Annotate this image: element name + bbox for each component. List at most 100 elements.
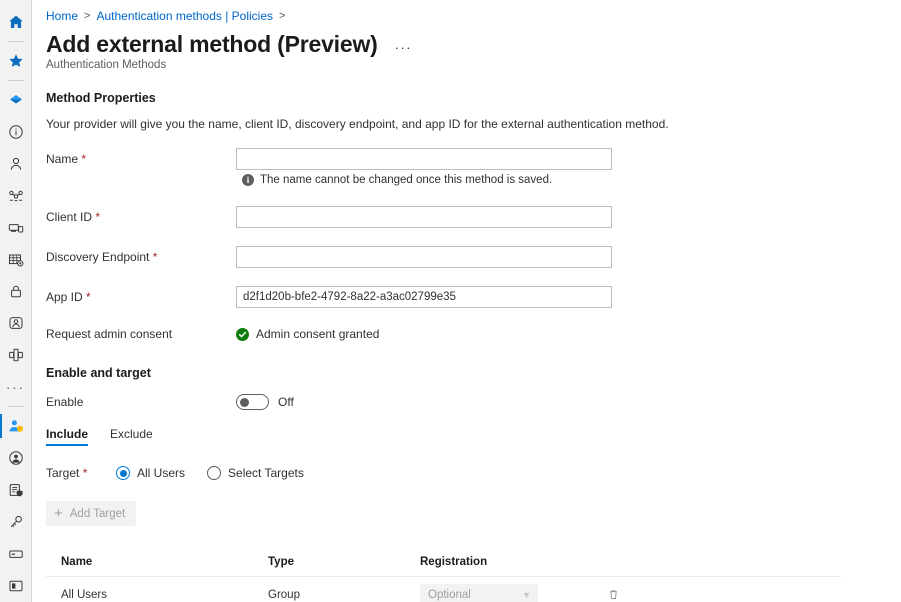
table-row[interactable]: All Users Group Optional ▼ — [46, 577, 841, 602]
user-icon — [10, 157, 21, 170]
sidebar-item-overview[interactable] — [0, 116, 32, 148]
table-header-row: Name Type Registration — [46, 547, 841, 577]
panel-icon — [9, 580, 22, 592]
sidebar-item-users[interactable] — [0, 148, 32, 180]
label-request-admin-consent: Request admin consent — [46, 327, 173, 341]
rail-divider — [7, 40, 24, 42]
registration-select-value: Optional — [428, 588, 471, 601]
client-id-input[interactable] — [236, 206, 612, 228]
column-header-name[interactable]: Name — [46, 556, 268, 568]
devices-icon — [8, 223, 23, 233]
form-row-name: Name * — [42, 148, 901, 170]
toggle-knob — [240, 398, 249, 407]
sidebar-item-external-identities[interactable] — [0, 339, 32, 371]
more-ellipsis-icon: ··· — [6, 379, 25, 395]
plus-icon: + — [54, 505, 63, 522]
sidebar-item-applications[interactable] — [0, 244, 32, 276]
radio-all-users[interactable] — [116, 466, 130, 480]
form-row-app-id: App ID * — [42, 286, 901, 308]
radio-label-select-targets: Select Targets — [228, 466, 304, 480]
required-asterisk: * — [152, 250, 158, 264]
sidebar-item-favorites[interactable] — [0, 45, 32, 77]
sidebar-item-licenses[interactable] — [0, 538, 32, 570]
label-client-id: Client ID * — [46, 210, 101, 224]
applications-grid-icon — [8, 254, 23, 267]
sidebar-item-home[interactable] — [0, 6, 32, 38]
form-row-target: Target * All Users Select Targets — [42, 466, 901, 480]
page-title: Add external method (Preview) — [46, 31, 378, 57]
discovery-endpoint-input[interactable] — [236, 246, 612, 268]
name-hint: i The name cannot be changed once this m… — [42, 174, 901, 186]
radio-option-select-targets[interactable]: Select Targets — [207, 466, 304, 480]
sidebar-item-protection[interactable] — [0, 276, 32, 308]
form-row-discovery-endpoint: Discovery Endpoint * — [42, 246, 901, 268]
required-asterisk: * — [86, 290, 91, 304]
target-radio-group: All Users Select Targets — [116, 466, 304, 480]
report-shield-icon — [9, 484, 23, 497]
tab-include[interactable]: Include — [46, 427, 89, 446]
sidebar-item-monitoring[interactable] — [0, 474, 32, 506]
sidebar-item-create-resource[interactable] — [0, 84, 32, 116]
tab-exclude[interactable]: Exclude — [110, 427, 153, 446]
user-badge-icon — [9, 420, 23, 433]
more-ellipsis-icon[interactable]: ··· — [392, 41, 416, 55]
include-exclude-pivots: Include Exclude — [42, 427, 901, 446]
groups-icon — [8, 190, 23, 201]
name-input[interactable] — [236, 148, 612, 170]
registration-select[interactable]: Optional ▼ — [420, 584, 538, 602]
rail-divider — [7, 79, 24, 81]
breadcrumb-item-authentication-methods-policies[interactable]: Authentication methods | Policies — [96, 9, 273, 23]
column-header-type[interactable]: Type — [268, 556, 420, 568]
account-circle-icon — [8, 451, 23, 465]
radio-select-targets[interactable] — [207, 466, 222, 480]
admin-consent-status-text: Admin consent granted — [256, 327, 380, 341]
enable-toggle-wrap: Off — [236, 394, 294, 410]
sidebar-item-show-more[interactable]: ··· — [0, 371, 32, 403]
sidebar-item-identity[interactable] — [0, 442, 32, 474]
sidebar-item-devices[interactable] — [0, 212, 32, 244]
page-title-row: Add external method (Preview) ··· — [42, 30, 901, 58]
external-identities-icon — [8, 349, 23, 362]
column-header-registration[interactable]: Registration — [420, 556, 590, 568]
identity-governance-icon — [9, 317, 22, 330]
breadcrumb-separator: > — [279, 10, 286, 22]
main-content: Home > Authentication methods | Policies… — [32, 0, 901, 602]
breadcrumb-item-home[interactable]: Home — [46, 9, 78, 23]
label-target: Target * — [46, 466, 88, 480]
required-asterisk: * — [82, 466, 88, 480]
label-enable: Enable — [46, 395, 84, 409]
admin-consent-status: Admin consent granted — [236, 327, 379, 341]
breadcrumb-separator: > — [84, 10, 91, 22]
label-app-id: App ID * — [46, 290, 91, 304]
left-nav-rail: ··· — [0, 0, 32, 602]
app-id-input[interactable] — [236, 286, 612, 308]
enable-toggle-state: Off — [278, 395, 294, 409]
sidebar-item-authentication-methods[interactable] — [0, 410, 32, 442]
section-description-method-properties: Your provider will give you the name, cl… — [46, 117, 669, 131]
create-resource-icon — [9, 94, 22, 104]
trash-icon — [609, 590, 617, 599]
sidebar-item-identity-governance[interactable] — [0, 307, 32, 339]
enable-toggle[interactable] — [236, 394, 269, 410]
add-target-label: Add Target — [69, 507, 126, 520]
add-target-button[interactable]: + Add Target — [46, 501, 137, 526]
page-subtitle: Authentication Methods — [46, 59, 167, 71]
section-heading-method-properties: Method Properties — [46, 91, 156, 105]
lock-icon — [10, 286, 21, 298]
breadcrumb: Home > Authentication methods | Policies… — [42, 8, 901, 24]
radio-label-all-users: All Users — [137, 466, 186, 480]
radio-option-all-users[interactable]: All Users — [116, 466, 185, 480]
name-hint-text: The name cannot be changed once this met… — [260, 174, 553, 186]
key-icon — [10, 515, 22, 528]
cell-registration: Optional ▼ — [420, 584, 590, 602]
sidebar-item-groups[interactable] — [0, 180, 32, 212]
section-heading-enable-and-target: Enable and target — [46, 366, 151, 380]
delete-row-button[interactable] — [604, 586, 622, 602]
sidebar-item-settings[interactable] — [0, 570, 32, 602]
favorites-star-icon — [8, 54, 23, 67]
label-discovery-endpoint: Discovery Endpoint * — [46, 250, 158, 264]
home-icon — [8, 15, 23, 28]
chevron-down-icon: ▼ — [522, 589, 531, 600]
sidebar-item-credentials[interactable] — [0, 506, 32, 538]
check-circle-icon — [236, 327, 249, 341]
